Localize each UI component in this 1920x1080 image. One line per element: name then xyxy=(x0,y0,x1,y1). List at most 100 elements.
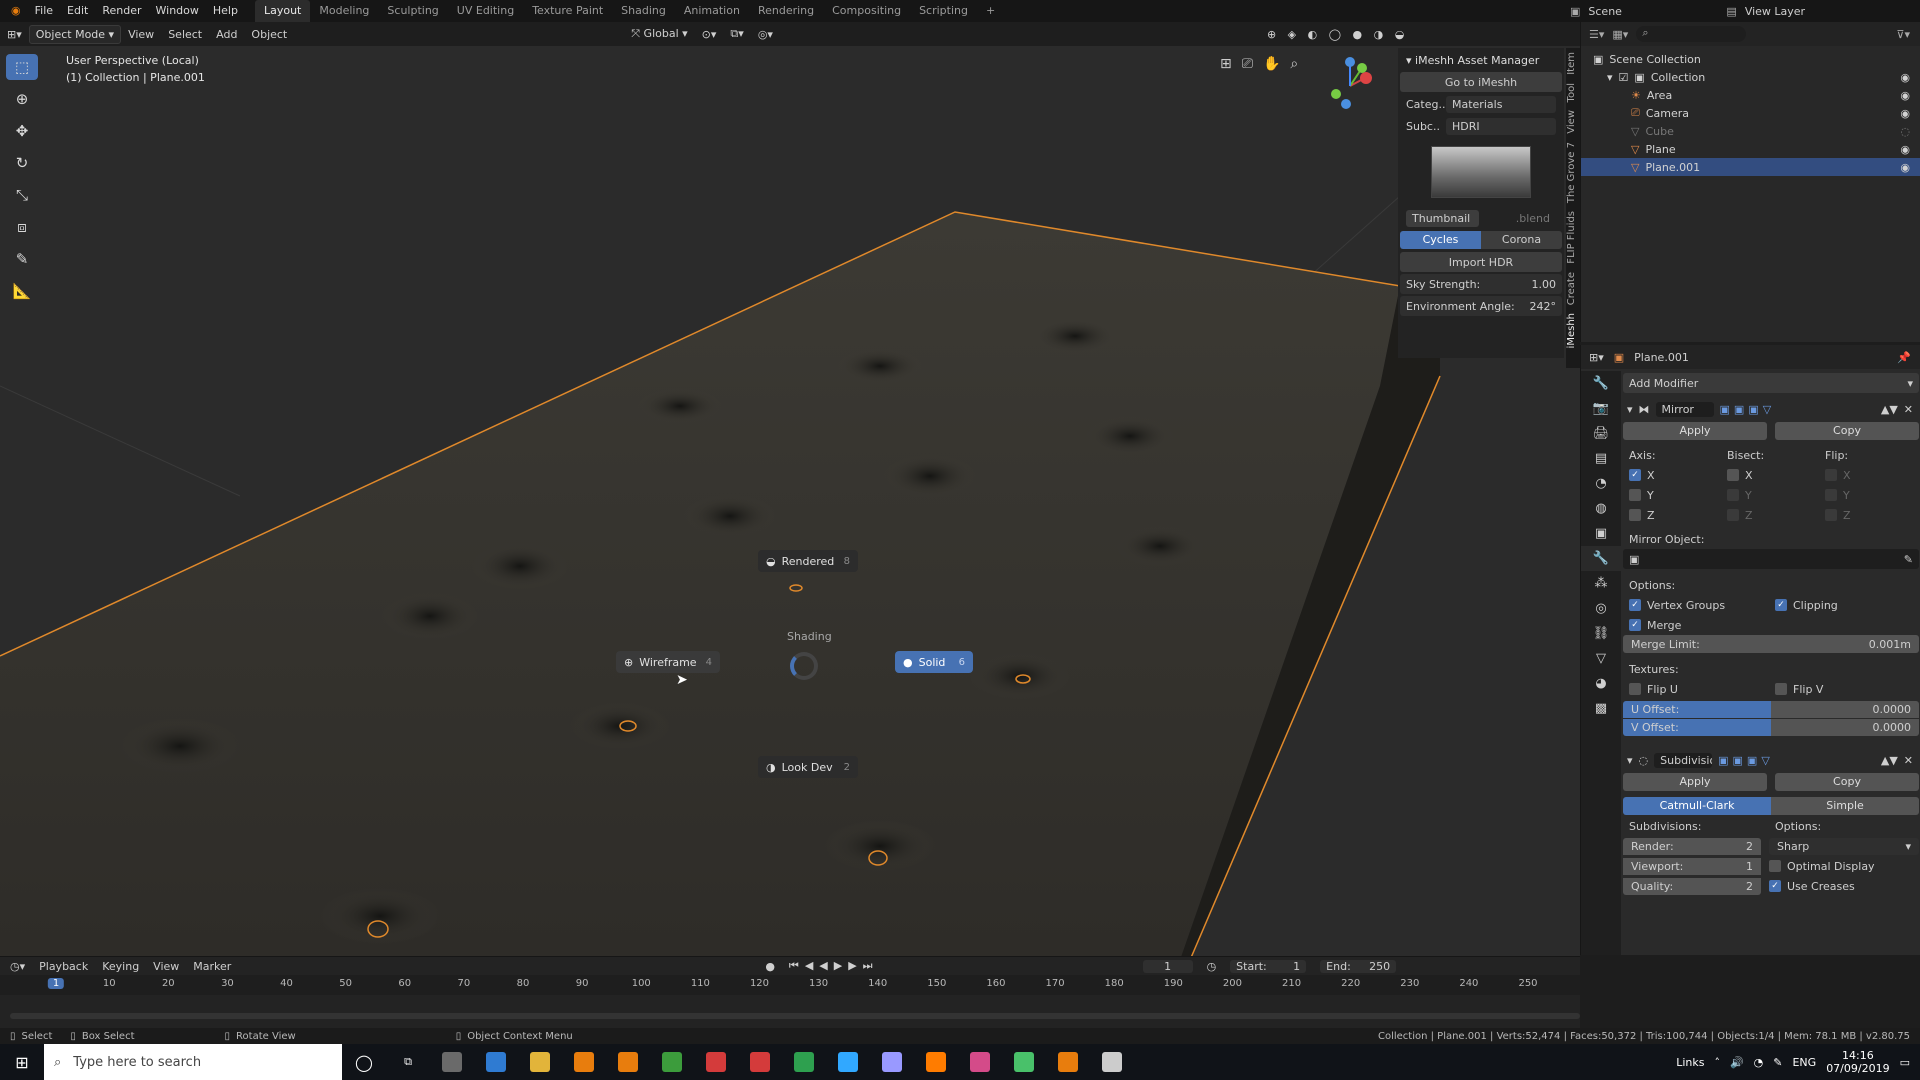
hdri-thumbnail[interactable] xyxy=(1431,146,1531,198)
tab-compositing[interactable]: Compositing xyxy=(823,0,910,22)
volume-icon[interactable]: 🔊 xyxy=(1730,1056,1744,1069)
modifier-toggle-icons[interactable]: ▣▣▣▽ xyxy=(1720,403,1776,416)
end-frame-field[interactable]: End: 250 xyxy=(1320,959,1397,973)
u-offset-slider[interactable]: U Offset: 0.0000 xyxy=(1623,701,1919,718)
expand-icon[interactable]: ▾ xyxy=(1607,71,1613,84)
taskbar-app-icon[interactable] xyxy=(826,1044,870,1080)
axis-x-checkbox[interactable]: ✓ X xyxy=(1629,469,1727,482)
timeline-scrollbar[interactable] xyxy=(10,1013,1580,1019)
record-icon[interactable]: ● xyxy=(765,960,775,973)
object-menu[interactable]: Object xyxy=(244,28,294,41)
axis-y-checkbox[interactable]: Y xyxy=(1629,489,1727,502)
merge-limit-field[interactable]: Merge Limit: 0.001m xyxy=(1623,635,1919,653)
go-imeshh-button[interactable]: Go to iMeshh xyxy=(1400,72,1562,92)
tab-sculpting[interactable]: Sculpting xyxy=(378,0,447,22)
move-up-down-icon[interactable]: ▲▼ xyxy=(1881,403,1898,416)
tab-flip-fluids[interactable]: FLIP Fluids xyxy=(1566,207,1577,268)
modifier-toggle-icons[interactable]: ▣▣▣▽ xyxy=(1718,754,1774,767)
world-tab-icon[interactable]: ◍ xyxy=(1581,496,1621,521)
tab-the-grove[interactable]: The Grove 7 xyxy=(1566,138,1577,207)
clipping-checkbox[interactable]: ✓ Clipping xyxy=(1775,599,1838,612)
editor-type-icon[interactable]: ◷▾ xyxy=(10,960,25,973)
subdivision-apply-button[interactable]: Apply xyxy=(1623,773,1767,791)
flip-y-checkbox[interactable]: Y xyxy=(1825,489,1850,502)
orientation-dropdown[interactable]: ⤧ Global ▾ xyxy=(624,27,694,41)
tab-imeshh[interactable]: iMeshh xyxy=(1566,309,1577,352)
snap-icon[interactable]: ⧉▾ xyxy=(723,27,750,41)
flip-z-checkbox[interactable]: Z xyxy=(1825,509,1851,522)
move-tool-icon[interactable]: ✥ xyxy=(6,118,38,144)
merge-checkbox[interactable]: ✓ Merge xyxy=(1623,615,1919,635)
particles-tab-icon[interactable]: ⁂ xyxy=(1581,571,1621,596)
measure-tool-icon[interactable]: 📐 xyxy=(6,278,38,304)
mode-dropdown[interactable]: Object Mode ▾ xyxy=(28,24,122,44)
menu-render[interactable]: Render xyxy=(95,0,148,22)
taskbar-app-icon[interactable] xyxy=(738,1044,782,1080)
filter-icon[interactable]: ⊽▾ xyxy=(1896,28,1910,41)
hidden-icon[interactable]: ◌ xyxy=(1900,125,1910,138)
tab-create[interactable]: Create xyxy=(1566,268,1577,309)
outliner-item-camera[interactable]: ⎚ Camera ◉ xyxy=(1581,104,1920,122)
language-indicator[interactable]: ENG xyxy=(1792,1056,1816,1069)
taskbar-app-icon[interactable] xyxy=(782,1044,826,1080)
tab-uv-editing[interactable]: UV Editing xyxy=(448,0,523,22)
tab-shading[interactable]: Shading xyxy=(612,0,675,22)
menu-window[interactable]: Window xyxy=(149,0,206,22)
physics-tab-icon[interactable]: ◎ xyxy=(1581,596,1621,621)
pie-rendered[interactable]: ◒ Rendered 8 xyxy=(758,550,858,572)
modifier-tab-icon[interactable]: 🔧 xyxy=(1581,546,1621,571)
thumbnail-tab[interactable]: Thumbnail xyxy=(1406,209,1479,227)
axis-z-checkbox[interactable]: Z xyxy=(1629,509,1727,522)
taskbar-app-icon[interactable] xyxy=(1090,1044,1134,1080)
taskbar-app-icon[interactable] xyxy=(958,1044,1002,1080)
editor-type-icon[interactable]: ⊞▾ xyxy=(0,28,29,41)
constraints-tab-icon[interactable]: ⛓ xyxy=(1581,621,1621,646)
outliner-item-plane-001[interactable]: ▽ Plane.001 ◉ xyxy=(1581,158,1920,176)
pan-hand-icon[interactable]: ✋ xyxy=(1263,56,1280,72)
render-levels-field[interactable]: Render: 2 xyxy=(1623,837,1761,855)
transform-tool-icon[interactable]: ⧈ xyxy=(6,214,38,240)
tray-arrow-icon[interactable]: ˄ xyxy=(1714,1056,1720,1069)
view-layer-tab-icon[interactable]: ▤ xyxy=(1581,446,1621,471)
menu-edit[interactable]: Edit xyxy=(60,0,95,22)
tab-item[interactable]: Item xyxy=(1566,48,1577,79)
material-tab-icon[interactable]: ◕ xyxy=(1581,671,1621,696)
windows-start-icon[interactable]: ⊞ xyxy=(0,1044,44,1080)
viewport-shading-icons[interactable]: ⊕ ◈ ◐ ◯ ● ◑ ◒ xyxy=(1260,28,1415,41)
tab-texture-paint[interactable]: Texture Paint xyxy=(523,0,612,22)
tab-view[interactable]: View xyxy=(1566,106,1577,138)
tab-scripting[interactable]: Scripting xyxy=(910,0,977,22)
cursor-tool-icon[interactable]: ⊕ xyxy=(6,86,38,112)
taskbar-app-icon[interactable] xyxy=(870,1044,914,1080)
visibility-icon[interactable]: ◉ xyxy=(1900,71,1910,84)
collapse-icon[interactable]: ▾ xyxy=(1627,403,1633,416)
view-menu[interactable]: View xyxy=(121,28,161,41)
sky-strength-field[interactable]: Sky Strength: 1.00 xyxy=(1400,274,1562,294)
visibility-icon[interactable]: ◉ xyxy=(1900,107,1910,120)
tool-tab-icon[interactable]: 🔧 xyxy=(1581,371,1621,396)
timeline-view-menu[interactable]: View xyxy=(153,960,179,973)
flip-x-checkbox[interactable]: X xyxy=(1825,469,1851,482)
outliner-item-area[interactable]: ☀ Area ◉ xyxy=(1581,86,1920,104)
properties-type-icon[interactable]: ⊞▾ xyxy=(1589,351,1604,364)
marker-menu[interactable]: Marker xyxy=(193,960,231,973)
close-icon[interactable]: ✕ xyxy=(1904,754,1913,767)
network-icon[interactable]: ◔ xyxy=(1754,1056,1764,1069)
taskbar-app-icon[interactable] xyxy=(606,1044,650,1080)
mirror-apply-button[interactable]: Apply xyxy=(1623,422,1767,440)
taskbar-app-icon[interactable] xyxy=(430,1044,474,1080)
imeshh-title-row[interactable]: ▾ iMeshh Asset Manager xyxy=(1400,50,1562,70)
zoom-icon[interactable]: ⌕ xyxy=(1290,56,1298,72)
tab-layout[interactable]: Layout xyxy=(254,0,311,22)
viewport-levels-field[interactable]: Viewport: 1 xyxy=(1623,857,1761,875)
blender-logo-icon[interactable]: ◉ xyxy=(4,0,28,22)
scale-tool-icon[interactable]: ⤡ xyxy=(6,182,38,208)
taskbar-app-icon[interactable] xyxy=(694,1044,738,1080)
taskbar-app-icon[interactable] xyxy=(1046,1044,1090,1080)
rotate-tool-icon[interactable]: ↻ xyxy=(6,150,38,176)
visibility-icon[interactable]: ◉ xyxy=(1900,161,1910,174)
clock[interactable]: 14:16 07/09/2019 xyxy=(1826,1049,1889,1075)
flip-u-checkbox[interactable]: Flip U xyxy=(1629,683,1775,696)
outliner-search-input[interactable]: ⌕ xyxy=(1636,26,1747,42)
taskbar-search-input[interactable]: ⌕ Type here to search xyxy=(44,1044,342,1080)
